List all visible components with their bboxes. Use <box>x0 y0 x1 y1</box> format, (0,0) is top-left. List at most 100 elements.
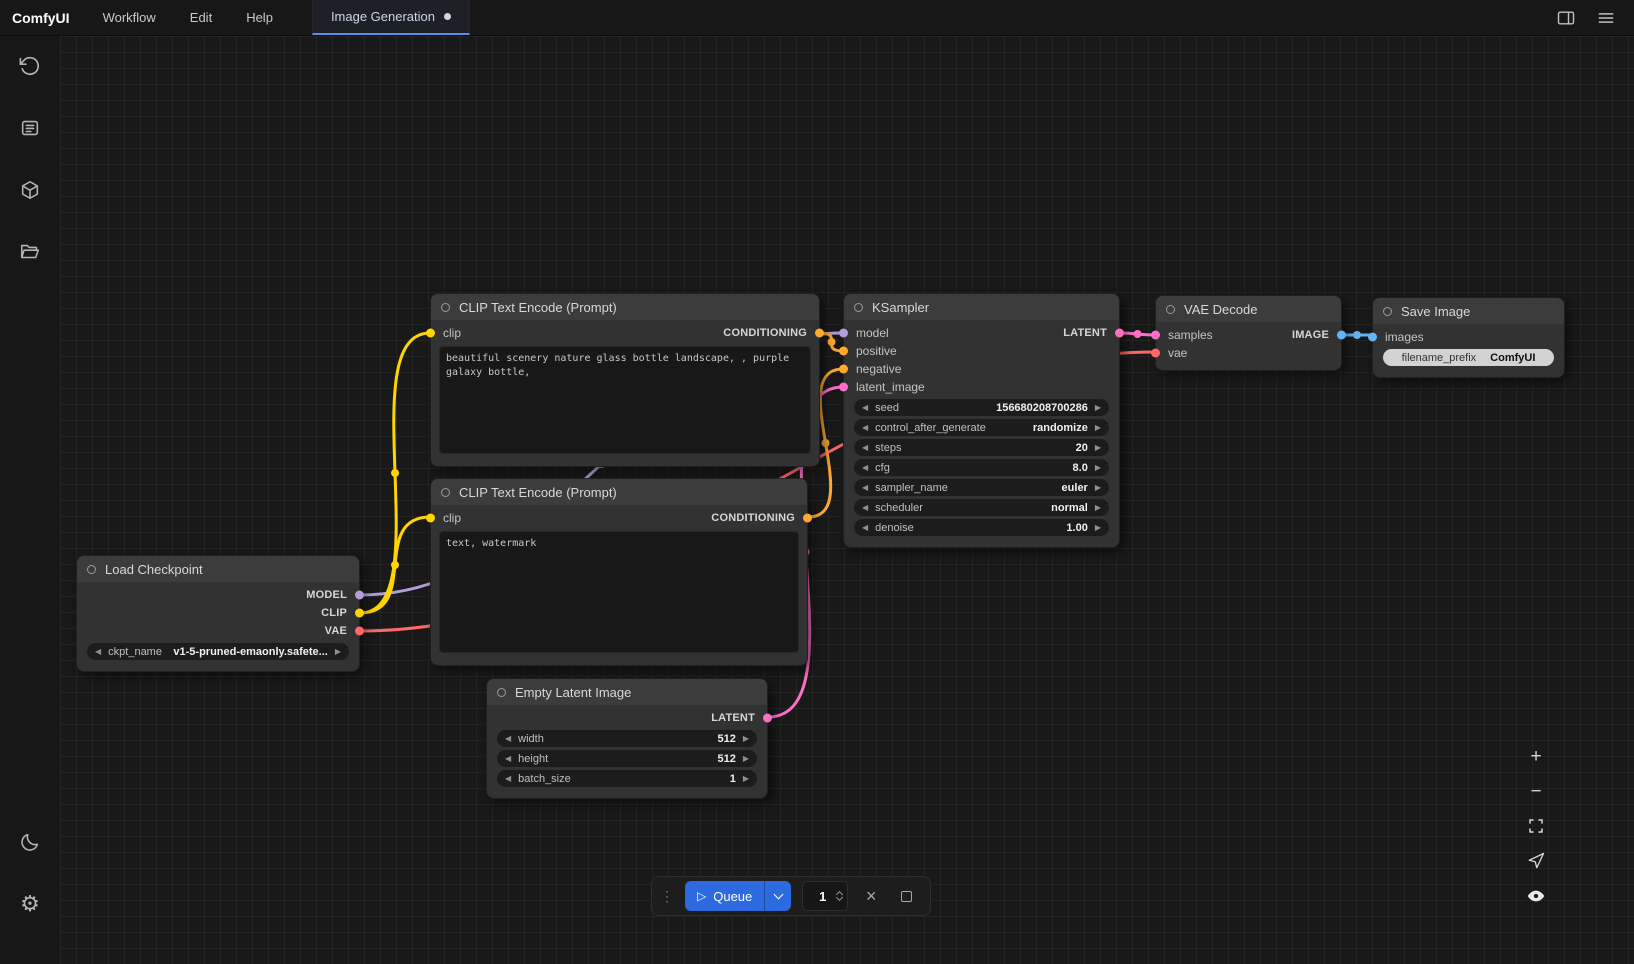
drag-handle-icon[interactable]: ⋮ <box>660 889 674 903</box>
sidebar-workflows-button[interactable] <box>18 240 42 264</box>
widget-steps[interactable]: ◀ steps 20 ▶ <box>854 439 1109 456</box>
toggle-link-visibility-button[interactable] <box>1522 883 1550 909</box>
stop-button[interactable] <box>894 884 918 908</box>
next-arrow-icon[interactable]: ▶ <box>743 775 749 783</box>
prev-arrow-icon[interactable]: ◀ <box>862 424 868 432</box>
input-port-clip[interactable] <box>426 514 435 523</box>
fit-view-button[interactable] <box>1522 813 1550 839</box>
prev-arrow-icon[interactable]: ◀ <box>505 775 511 783</box>
input-port-vae[interactable] <box>1151 349 1160 358</box>
collapse-dot[interactable] <box>87 565 96 574</box>
queue-options-button[interactable] <box>765 881 791 911</box>
node-title-bar[interactable]: VAE Decode <box>1156 296 1341 322</box>
collapse-dot[interactable] <box>441 303 450 312</box>
widget-scheduler[interactable]: ◀ scheduler normal ▶ <box>854 499 1109 516</box>
widget-width[interactable]: ◀ width 512 ▶ <box>497 730 757 747</box>
prev-arrow-icon[interactable]: ◀ <box>862 464 868 472</box>
next-arrow-icon[interactable]: ▶ <box>1095 424 1101 432</box>
collapse-dot[interactable] <box>854 303 863 312</box>
prev-arrow-icon[interactable]: ◀ <box>862 484 868 492</box>
node-title-bar[interactable]: Load Checkpoint <box>77 556 359 582</box>
input-port-negative[interactable] <box>839 365 848 374</box>
main-menu-button[interactable] <box>1588 4 1624 32</box>
node-ksampler[interactable]: KSampler model LATENT positive negative … <box>843 293 1120 548</box>
input-port-model[interactable] <box>839 329 848 338</box>
input-port-positive[interactable] <box>839 347 848 356</box>
widget-height[interactable]: ◀ height 512 ▶ <box>497 750 757 767</box>
collapse-dot[interactable] <box>497 688 506 697</box>
node-title-bar[interactable]: Save Image <box>1373 298 1564 324</box>
widget-batch-size[interactable]: ◀ batch_size 1 ▶ <box>497 770 757 787</box>
input-port-clip[interactable] <box>426 329 435 338</box>
sidebar-history-button[interactable] <box>18 54 42 78</box>
prev-arrow-icon[interactable]: ◀ <box>505 755 511 763</box>
zoom-in-button[interactable]: + <box>1522 743 1550 769</box>
theme-toggle-button[interactable] <box>18 830 42 854</box>
node-title-bar[interactable]: CLIP Text Encode (Prompt) <box>431 294 819 320</box>
node-clip-text-encode-positive[interactable]: CLIP Text Encode (Prompt) clip CONDITION… <box>430 293 820 467</box>
next-arrow-icon[interactable]: ▶ <box>743 735 749 743</box>
toggle-bottom-panel-button[interactable] <box>1548 4 1584 32</box>
input-port-latent-image[interactable] <box>839 383 848 392</box>
prev-arrow-icon[interactable]: ◀ <box>862 504 868 512</box>
prev-arrow-icon[interactable]: ◀ <box>862 524 868 532</box>
output-port-conditioning[interactable] <box>803 514 812 523</box>
prev-arrow-icon[interactable]: ◀ <box>505 735 511 743</box>
widget-control-after-generate[interactable]: ◀ control_after_generate randomize ▶ <box>854 419 1109 436</box>
next-arrow-icon[interactable]: ▶ <box>1095 404 1101 412</box>
port-row: positive <box>844 342 1119 360</box>
sidebar-queue-button[interactable] <box>18 116 42 140</box>
next-arrow-icon[interactable]: ▶ <box>1095 524 1101 532</box>
batch-count-input[interactable]: 1 <box>802 881 848 911</box>
select-mode-button[interactable] <box>1522 848 1550 874</box>
collapse-dot[interactable] <box>1383 307 1392 316</box>
node-clip-text-encode-negative[interactable]: CLIP Text Encode (Prompt) clip CONDITION… <box>430 478 808 666</box>
node-load-checkpoint[interactable]: Load Checkpoint MODEL CLIP VAE ◀ ckpt_na… <box>76 555 360 672</box>
node-vae-decode[interactable]: VAE Decode samples IMAGE vae <box>1155 295 1342 371</box>
widget-cfg[interactable]: ◀ cfg 8.0 ▶ <box>854 459 1109 476</box>
output-port-conditioning[interactable] <box>815 329 824 338</box>
clear-queue-button[interactable]: × <box>859 884 883 908</box>
sidebar-model-library-button[interactable] <box>18 178 42 202</box>
prompt-textarea[interactable]: beautiful scenery nature glass bottle la… <box>439 346 811 454</box>
output-port-vae[interactable] <box>355 627 364 636</box>
node-save-image[interactable]: Save Image images filename_prefix ComfyU… <box>1372 297 1565 378</box>
prev-arrow-icon[interactable]: ◀ <box>862 404 868 412</box>
sidebar: ⚙ <box>0 36 60 964</box>
widget-filename-prefix[interactable]: filename_prefix ComfyUI <box>1383 349 1554 366</box>
next-arrow-icon[interactable]: ▶ <box>335 648 341 656</box>
node-title-bar[interactable]: Empty Latent Image <box>487 679 767 705</box>
next-arrow-icon[interactable]: ▶ <box>1095 504 1101 512</box>
menu-workflow[interactable]: Workflow <box>86 0 173 35</box>
widget-denoise[interactable]: ◀ denoise 1.00 ▶ <box>854 519 1109 536</box>
zoom-out-button[interactable]: − <box>1522 778 1550 804</box>
output-port-clip[interactable] <box>355 609 364 618</box>
output-port-latent[interactable] <box>763 714 772 723</box>
collapse-dot[interactable] <box>1166 305 1175 314</box>
prev-arrow-icon[interactable]: ◀ <box>95 648 101 656</box>
node-title-bar[interactable]: CLIP Text Encode (Prompt) <box>431 479 807 505</box>
widget-seed[interactable]: ◀ seed 156680208700286 ▶ <box>854 399 1109 416</box>
menu-edit[interactable]: Edit <box>173 0 229 35</box>
widget-ckpt-name[interactable]: ◀ ckpt_name v1-5-pruned-emaonly.safete..… <box>87 643 349 660</box>
menu-help[interactable]: Help <box>229 0 290 35</box>
prompt-textarea[interactable]: text, watermark <box>439 531 799 653</box>
output-port-image[interactable] <box>1337 331 1346 340</box>
next-arrow-icon[interactable]: ▶ <box>1095 444 1101 452</box>
node-empty-latent-image[interactable]: Empty Latent Image LATENT ◀ width 512 ▶ … <box>486 678 768 799</box>
node-title-bar[interactable]: KSampler <box>844 294 1119 320</box>
next-arrow-icon[interactable]: ▶ <box>1095 464 1101 472</box>
output-port-model[interactable] <box>355 591 364 600</box>
collapse-dot[interactable] <box>441 488 450 497</box>
next-arrow-icon[interactable]: ▶ <box>743 755 749 763</box>
next-arrow-icon[interactable]: ▶ <box>1095 484 1101 492</box>
settings-button[interactable]: ⚙ <box>18 892 42 916</box>
widget-sampler-name[interactable]: ◀ sampler_name euler ▶ <box>854 479 1109 496</box>
input-port-images[interactable] <box>1368 333 1377 342</box>
prev-arrow-icon[interactable]: ◀ <box>862 444 868 452</box>
tab-image-generation[interactable]: Image Generation <box>312 0 470 35</box>
input-port-samples[interactable] <box>1151 331 1160 340</box>
port-row: vae <box>1156 344 1341 362</box>
queue-button[interactable]: ▷ Queue <box>685 881 791 911</box>
output-port-latent[interactable] <box>1115 329 1124 338</box>
